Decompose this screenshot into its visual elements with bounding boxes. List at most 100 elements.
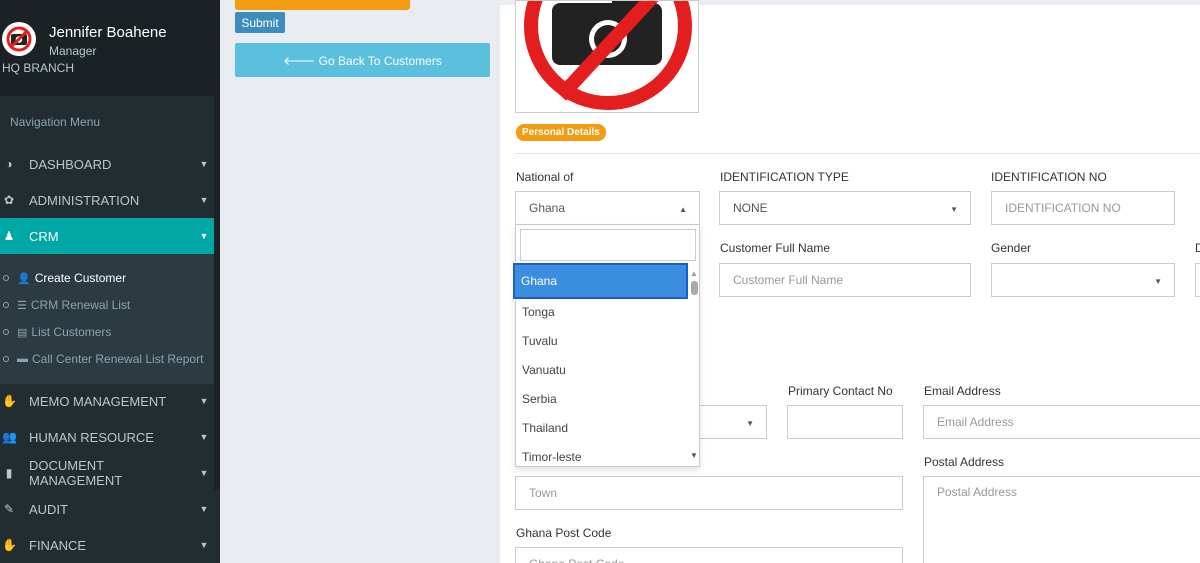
primary-contact-input[interactable] <box>787 405 903 439</box>
crm-submenu: 👤 Create Customer ☰ CRM Renewal List ▤ L… <box>0 254 214 384</box>
caret-down-icon: ▼ <box>199 159 209 169</box>
caret-down-icon: ▼ <box>199 432 209 442</box>
email-input[interactable] <box>923 405 1200 439</box>
customer-full-name-input[interactable] <box>719 263 971 297</box>
pencil-icon: ✎ <box>3 502 15 516</box>
customer-full-name-label: Customer Full Name <box>720 241 831 255</box>
identification-type-value: NONE <box>733 201 768 215</box>
caret-down-icon: ▼ <box>199 468 209 478</box>
submenu-item-label: CRM Renewal List <box>30 298 131 312</box>
nav-header: Navigation Menu <box>10 115 101 129</box>
dashboard-icon: ◑ <box>5 157 13 171</box>
avatar <box>2 22 36 56</box>
dropdown-scroll-thumb[interactable] <box>691 281 698 295</box>
menu-item-finance[interactable]: ✋ FINANCE ▼ <box>0 527 214 563</box>
menu-item-memo-management[interactable]: ✋ MEMO MANAGEMENT ▼ <box>0 383 214 419</box>
menu-item-administration[interactable]: ✿ ADMINISTRATION ▼ <box>0 182 214 218</box>
national-of-select[interactable]: Ghana ▲ <box>515 191 700 225</box>
list-icon: ☰ <box>17 299 27 312</box>
user-role: Manager <box>49 44 97 58</box>
bullet-icon <box>3 302 9 308</box>
national-of-value: Ghana <box>529 201 566 215</box>
submenu-item-call-center-renewal[interactable]: ▬ Call Center Renewal List Report <box>0 348 214 370</box>
identification-no-input[interactable] <box>991 191 1175 225</box>
menu-item-label: CRM <box>29 228 59 244</box>
caret-down-icon: ▼ <box>950 205 958 214</box>
user-panel: Jennifer Boahene Manager HQ BRANCH <box>0 0 220 96</box>
identification-type-label: IDENTIFICATION TYPE <box>720 170 849 184</box>
menu-item-human-resource[interactable]: 👥 HUMAN RESOURCE ▼ <box>0 419 214 455</box>
ghana-post-code-input[interactable] <box>515 547 903 563</box>
dropdown-option-selected[interactable]: Ghana <box>512 262 689 300</box>
gender-label: Gender <box>991 241 1032 255</box>
submenu-item-crm-renewal-list[interactable]: ☰ CRM Renewal List <box>0 294 214 316</box>
dropdown-option[interactable]: Vanuatu <box>516 355 688 384</box>
dropdown-option[interactable]: Timor-leste <box>516 442 688 471</box>
go-back-label: Go Back To Customers <box>318 53 442 68</box>
menu-item-audit[interactable]: ✎ AUDIT ▼ <box>0 491 214 527</box>
car-icon: ▬ <box>17 353 28 365</box>
caret-down-icon: ▼ <box>199 504 209 514</box>
menu-item-label: ADMINISTRATION <box>29 192 140 208</box>
email-label: Email Address <box>924 384 1001 398</box>
hand-icon: ✋ <box>2 394 17 408</box>
bullet-icon <box>3 275 9 281</box>
menu-item-label: DASHBOARD <box>29 156 112 172</box>
postal-address-label: Postal Address <box>924 455 1005 469</box>
gender-select[interactable]: ▼ <box>991 263 1175 297</box>
national-of-dropdown: Ghana Tonga Tuvalu Vanuatu Serbia Thaila… <box>512 225 700 467</box>
truncated-label: D <box>1195 241 1200 255</box>
bullet-icon <box>3 356 9 362</box>
caret-down-icon: ▼ <box>199 540 209 550</box>
user-icon: ♟ <box>3 229 15 243</box>
submenu-item-create-customer[interactable]: 👤 Create Customer <box>0 267 214 289</box>
dropdown-option[interactable]: Serbia <box>516 384 688 413</box>
caret-down-icon: ▼ <box>199 396 209 406</box>
document-icon: ▮ <box>5 466 13 480</box>
orange-button-edge[interactable] <box>235 0 410 10</box>
identification-no-label: IDENTIFICATION NO <box>991 170 1107 184</box>
hand-icon: ✋ <box>2 538 17 552</box>
submenu-item-label: List Customers <box>31 325 112 339</box>
primary-contact-label: Primary Contact No <box>788 384 893 398</box>
arrow-left-icon: 🡐 <box>283 53 316 68</box>
caret-down-icon: ▼ <box>1154 277 1162 286</box>
scroll-up-icon[interactable]: ▲ <box>690 269 698 278</box>
truncated-field[interactable] <box>1195 263 1200 297</box>
sidebar: Jennifer Boahene Manager HQ BRANCH Navig… <box>0 0 220 563</box>
submenu-item-list-customers[interactable]: ▤ List Customers <box>0 321 214 343</box>
menu-item-label: HUMAN RESOURCE <box>29 429 154 445</box>
submenu-item-label: Call Center Renewal List Report <box>32 352 204 366</box>
dropdown-scrollbar[interactable]: ▲ ▼ <box>689 269 700 461</box>
menu-item-crm[interactable]: ♟ CRM ▼ <box>0 218 214 254</box>
user-name: Jennifer Boahene <box>49 24 167 41</box>
postal-address-input[interactable] <box>923 476 1200 563</box>
dropdown-option[interactable]: Tonga <box>516 297 688 326</box>
table-icon: ▤ <box>17 326 28 339</box>
ghana-post-code-label: Ghana Post Code <box>516 526 612 540</box>
caret-up-icon: ▲ <box>679 205 687 214</box>
menu-item-label: MEMO MANAGEMENT <box>29 393 167 409</box>
caret-down-icon: ▼ <box>199 231 209 241</box>
identification-type-select[interactable]: NONE ▼ <box>719 191 971 225</box>
sidebar-scrollbar[interactable] <box>214 96 220 490</box>
go-back-button[interactable]: 🡐 Go Back To Customers <box>235 43 490 77</box>
no-photo-icon <box>524 1 692 110</box>
no-photo-icon <box>6 26 32 52</box>
submit-button[interactable]: Submit <box>235 12 285 33</box>
gear-icon: ✿ <box>3 193 15 207</box>
dropdown-option[interactable]: Tuvalu <box>516 326 688 355</box>
users-icon: 👥 <box>2 430 17 444</box>
town-input[interactable] <box>515 476 903 510</box>
bullet-icon <box>3 329 9 335</box>
dropdown-search-input[interactable] <box>520 229 696 261</box>
dropdown-option[interactable]: Thailand <box>516 413 688 442</box>
menu-item-document-management[interactable]: ▮ DOCUMENT MANAGEMENT ▼ <box>0 455 214 491</box>
section-divider <box>515 153 1200 154</box>
caret-down-icon: ▼ <box>199 195 209 205</box>
customer-photo[interactable] <box>515 0 699 113</box>
menu-item-label: AUDIT <box>29 501 68 517</box>
menu-item-dashboard[interactable]: ◑ DASHBOARD ▼ <box>0 146 214 182</box>
menu-item-label: DOCUMENT MANAGEMENT <box>29 458 123 488</box>
scroll-down-icon[interactable]: ▼ <box>690 451 698 460</box>
